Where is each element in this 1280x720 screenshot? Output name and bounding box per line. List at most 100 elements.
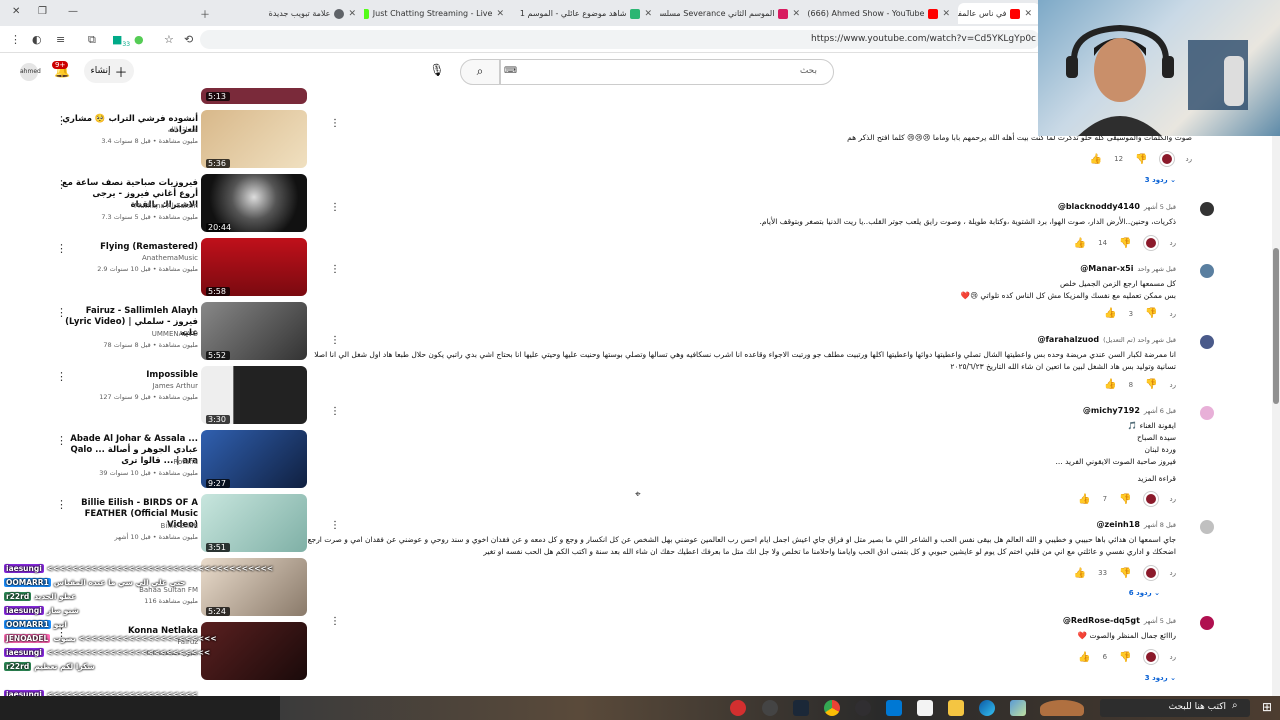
- more-options-icon[interactable]: ⋮: [56, 306, 67, 319]
- more-options-icon[interactable]: ⋮: [56, 114, 67, 127]
- restore-window-icon[interactable]: ❐: [38, 6, 47, 17]
- more-options-icon[interactable]: ⋮: [56, 370, 67, 383]
- app-icon[interactable]: [1010, 700, 1026, 716]
- commenter-avatar[interactable]: [1200, 335, 1214, 349]
- tab-new[interactable]: علامة تبويب جديدة ✕: [220, 3, 364, 24]
- taskbar-search-icon[interactable]: ⌕: [1232, 700, 1238, 711]
- edge-icon[interactable]: [979, 700, 995, 716]
- dislike-icon[interactable]: 👎: [1145, 308, 1157, 319]
- account-avatar[interactable]: ahmed: [20, 63, 41, 81]
- commenter-avatar[interactable]: [1200, 520, 1214, 534]
- recommendation-item[interactable]: 3:51 Billie Eilish - BIRDS OF A FEATHER …: [0, 494, 310, 554]
- reply-button[interactable]: رد: [1170, 653, 1177, 661]
- page-scrollbar-thumb[interactable]: [1273, 248, 1279, 404]
- recommendation-item[interactable]: 5:52 Fairuz - Sallimleh Alayh (Lyric Vid…: [0, 302, 310, 362]
- read-more-link[interactable]: قراءة المزيد: [306, 473, 1176, 485]
- extensions-icon[interactable]: ⧉: [88, 33, 96, 47]
- comment-options-icon[interactable]: ⋮: [330, 335, 340, 346]
- like-icon[interactable]: 👍: [1078, 652, 1090, 663]
- commenter-avatar[interactable]: [1200, 202, 1214, 216]
- more-options-icon[interactable]: ⋮: [56, 178, 67, 191]
- reply-button[interactable]: رد: [1170, 310, 1177, 318]
- like-icon[interactable]: 👍: [1074, 568, 1086, 579]
- file-explorer-icon[interactable]: [948, 700, 964, 716]
- create-button[interactable]: إنشاء ＋: [84, 59, 134, 83]
- channel-name[interactable]: James Arthur: [38, 382, 198, 390]
- reply-button[interactable]: رد: [1170, 381, 1177, 389]
- extension-green-icon[interactable]: ●: [134, 33, 144, 46]
- keyboard-icon[interactable]: ⌨: [504, 66, 517, 76]
- more-options-icon[interactable]: ⋮: [56, 434, 67, 447]
- tab-active[interactable]: في ناس عالمفرق ✕: [958, 3, 1040, 24]
- windows-start-icon[interactable]: ⊞: [1262, 700, 1272, 714]
- recommendation-item[interactable]: 3:30 Impossible James Arthur 127 مليون م…: [0, 366, 310, 426]
- close-tab-icon[interactable]: ✕: [348, 9, 356, 19]
- cast-icon[interactable]: ⟲: [184, 33, 193, 46]
- minimize-window-icon[interactable]: —: [68, 6, 78, 17]
- commenter-avatar[interactable]: [1200, 406, 1214, 420]
- dislike-icon[interactable]: 👎: [1119, 238, 1131, 249]
- address-bar[interactable]: https://www.youtube.com/watch?v=Cd5YKLgY…: [200, 30, 1040, 49]
- like-icon[interactable]: 👍: [1104, 308, 1116, 319]
- like-icon[interactable]: 👍: [1078, 494, 1090, 505]
- reply-button[interactable]: رد: [1170, 239, 1177, 247]
- close-tab-icon[interactable]: ✕: [644, 9, 652, 19]
- comment-options-icon[interactable]: ⋮: [330, 118, 340, 129]
- close-tab-icon[interactable]: ✕: [496, 9, 504, 19]
- channel-name[interactable]: AnathemaMusic: [38, 254, 198, 262]
- video-title[interactable]: Impossible: [58, 370, 198, 381]
- dislike-icon[interactable]: 👎: [1119, 494, 1131, 505]
- like-icon[interactable]: 👍: [1074, 238, 1086, 249]
- recommendation-item[interactable]: 5:58 Flying (Remastered) AnathemaMusic 2…: [0, 238, 310, 298]
- recommendation-item[interactable]: 20:44 فيروزيات صباحية نصف ساعة مع أروع أ…: [0, 174, 310, 234]
- recommendation-item[interactable]: 5:13: [0, 88, 310, 104]
- tab-shahid[interactable]: شاهد موضوع عائلي - الموسم 1 ✕: [512, 3, 660, 24]
- close-tab-icon[interactable]: ✕: [792, 9, 800, 19]
- channel-name[interactable]: Muthana Al-Salem: [38, 202, 198, 210]
- dislike-icon[interactable]: 👎: [1135, 154, 1147, 165]
- dislike-icon[interactable]: 👎: [1145, 379, 1157, 390]
- outlook-icon[interactable]: [886, 700, 902, 716]
- app-badge-icon[interactable]: [730, 700, 746, 716]
- extension-badge-icon[interactable]: ■33: [112, 33, 130, 48]
- like-icon[interactable]: 👍: [1090, 154, 1102, 165]
- close-window-icon[interactable]: ✕: [12, 6, 20, 17]
- comment-author[interactable]: @Manar-x5i قبل شهر واحد: [1080, 264, 1176, 273]
- reply-button[interactable]: رد: [1186, 155, 1193, 163]
- reply-button[interactable]: رد: [1170, 569, 1177, 577]
- search-input[interactable]: بحث: [500, 59, 834, 85]
- more-options-icon[interactable]: ⋮: [56, 498, 67, 511]
- search-button[interactable]: ⌕: [460, 59, 500, 85]
- tab-severance[interactable]: مسلسل Severance الموسم الثاني ✕: [660, 3, 808, 24]
- taskbar-search-input[interactable]: اكتب هنا للبحث: [1100, 699, 1250, 717]
- dislike-icon[interactable]: 👎: [1119, 652, 1131, 663]
- commenter-avatar[interactable]: [1200, 616, 1214, 630]
- comment-options-icon[interactable]: ⋮: [330, 202, 340, 213]
- tab-kick-stream[interactable]: Just Chatting Streaming - Live ✕: [364, 3, 512, 24]
- channel-name[interactable]: Rotana: [38, 458, 198, 466]
- obs-icon[interactable]: [855, 700, 871, 716]
- tab-ahmed-show[interactable]: (666) Ahmed Show - YouTube ✕: [808, 3, 958, 24]
- comment-author[interactable]: @RedRose-dq5gt قبل 5 أشهر: [1063, 616, 1176, 625]
- recommendation-item[interactable]: 9:27 Abade Al Johar & Assala ... Qalo ..…: [0, 430, 310, 490]
- comment-options-icon[interactable]: ⋮: [330, 264, 340, 275]
- comment-options-icon[interactable]: ⋮: [330, 616, 340, 627]
- channel-name[interactable]: عشاق الله: [38, 126, 198, 134]
- dislike-icon[interactable]: 👎: [1119, 568, 1131, 579]
- comment-author[interactable]: @michy7192 قبل 6 أشهر: [1083, 406, 1176, 415]
- comment-author[interactable]: @farahalzuod قبل شهر واحد (تم التعديل): [1037, 335, 1176, 344]
- view-replies-button[interactable]: 3 ردود ⌄: [1145, 176, 1176, 184]
- view-replies-button[interactable]: 3 ردود ⌄: [1145, 674, 1176, 682]
- like-icon[interactable]: 👍: [1104, 379, 1116, 390]
- view-replies-button[interactable]: 6 ردود ⌄: [1129, 589, 1160, 597]
- steam-icon[interactable]: [793, 700, 809, 716]
- commenter-avatar[interactable]: [1200, 264, 1214, 278]
- close-tab-icon[interactable]: ✕: [1024, 9, 1032, 19]
- close-tab-icon[interactable]: ✕: [942, 9, 950, 19]
- bookmark-star-icon[interactable]: ☆: [164, 33, 174, 46]
- chrome-icon[interactable]: [824, 700, 840, 716]
- comment-author[interactable]: @zeinh18 قبل 8 أشهر: [1097, 520, 1176, 529]
- reply-button[interactable]: رد: [1170, 495, 1177, 503]
- settings-gear-icon[interactable]: [762, 700, 778, 716]
- recommendation-item[interactable]: 5:36 أنشوده فرشي التراب 🥺 مشاري العراده …: [0, 110, 310, 170]
